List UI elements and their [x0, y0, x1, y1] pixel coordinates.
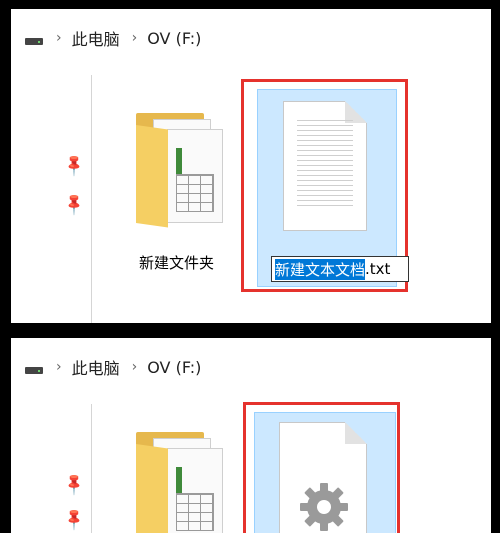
- rename-input[interactable]: 新建文本文档 .txt: [271, 256, 409, 282]
- pin-icon[interactable]: 📌: [61, 191, 87, 217]
- nav-pane-divider: [91, 404, 92, 533]
- breadcrumb-drive[interactable]: OV (F:): [147, 29, 201, 48]
- breadcrumb-this-pc[interactable]: 此电脑: [72, 355, 120, 379]
- explorer-window-bottom: › 此电脑 › OV (F:) 📌 📌: [11, 338, 491, 533]
- explorer-window-top: › 此电脑 › OV (F:) 📌 📌 新建文件夹 新建文本文档 .txt: [11, 9, 491, 323]
- chevron-right-icon: ›: [56, 359, 62, 375]
- address-bar[interactable]: › 此电脑 › OV (F:): [11, 9, 491, 67]
- nav-pane-divider: [91, 75, 92, 323]
- rename-selected-text: 新建文本文档: [275, 258, 366, 280]
- drive-icon: [24, 31, 44, 45]
- rename-extension: .txt: [365, 260, 391, 278]
- folder-icon[interactable]: [131, 109, 225, 229]
- chevron-right-icon: ›: [131, 359, 138, 375]
- folder-label[interactable]: 新建文件夹: [139, 252, 214, 273]
- chevron-right-icon: ›: [56, 30, 62, 46]
- text-file-icon[interactable]: [283, 101, 367, 231]
- chevron-right-icon: ›: [131, 30, 138, 46]
- drive-icon: [24, 360, 44, 374]
- pin-icon[interactable]: 📌: [61, 152, 87, 178]
- address-bar[interactable]: › 此电脑 › OV (F:): [11, 338, 491, 396]
- breadcrumb-drive[interactable]: OV (F:): [147, 358, 201, 377]
- pin-icon[interactable]: 📌: [61, 471, 87, 497]
- pin-icon[interactable]: 📌: [61, 506, 87, 532]
- breadcrumb-this-pc[interactable]: 此电脑: [72, 26, 120, 50]
- folder-icon[interactable]: [131, 428, 225, 533]
- gear-icon: [300, 483, 348, 531]
- gear-file-icon[interactable]: [279, 422, 367, 533]
